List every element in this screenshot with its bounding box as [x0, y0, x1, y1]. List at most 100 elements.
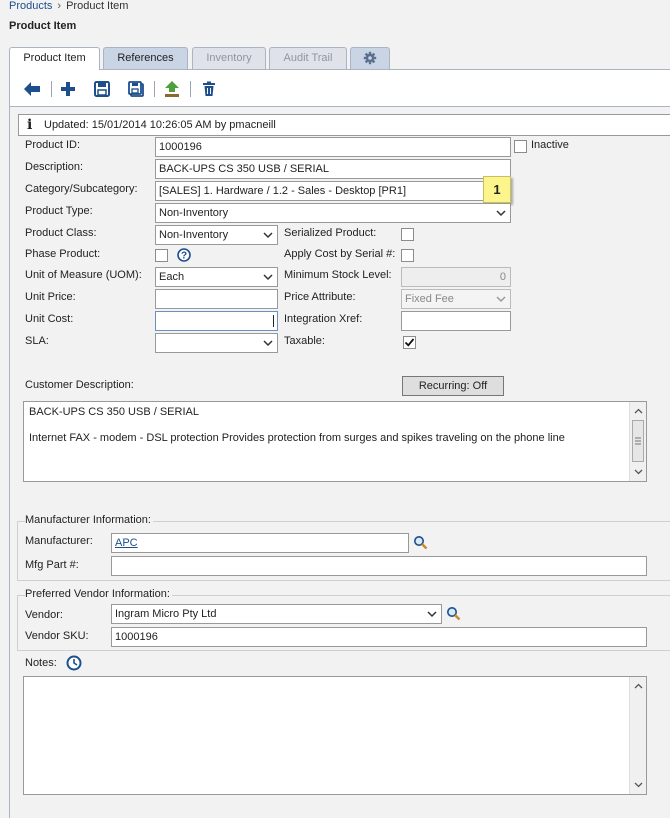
chevron-down-icon: [263, 340, 273, 347]
uom-value: Each: [159, 271, 185, 283]
chevron-down-icon: [496, 296, 506, 303]
manufacturer-input[interactable]: APC: [111, 533, 409, 553]
vendor-value: Ingram Micro Pty Ltd: [115, 608, 217, 620]
chevron-down-icon: [263, 274, 273, 281]
breadcrumb-current: Product Item: [66, 0, 129, 12]
updated-text: Updated: 15/01/2014 10:26:05 AM by pmacn…: [44, 119, 276, 131]
manufacturer-lookup-button[interactable]: [413, 535, 428, 553]
back-arrow-icon: [24, 82, 40, 96]
mfg-part-input[interactable]: [111, 556, 647, 576]
gear-icon: [363, 51, 377, 65]
help-button[interactable]: ?: [177, 248, 191, 265]
vendor-label: Vendor:: [25, 609, 63, 621]
uom-select[interactable]: Each: [155, 267, 278, 287]
product-id-label: Product ID:: [25, 139, 81, 151]
integration-xref-label: Integration Xref:: [284, 313, 363, 325]
customer-description-line1: BACK-UPS CS 350 USB / SERIAL: [29, 406, 199, 418]
apply-cost-label: Apply Cost by Serial #:: [284, 248, 396, 260]
magnifier-icon: [447, 607, 461, 621]
inactive-label: Inactive: [531, 139, 569, 151]
vendor-select[interactable]: Ingram Micro Pty Ltd: [111, 604, 442, 624]
vendor-sku-input[interactable]: 1000196: [111, 627, 647, 647]
phase-product-checkbox[interactable]: [155, 249, 168, 262]
magnifier-icon: [414, 536, 428, 550]
add-icon: [61, 82, 75, 96]
tab-references[interactable]: References: [103, 47, 188, 69]
recurring-button[interactable]: Recurring: Off: [402, 376, 504, 396]
description-label: Description:: [25, 161, 84, 173]
manufacturer-legend: Manufacturer Information:: [25, 514, 153, 526]
price-attribute-label: Price Attribute:: [284, 291, 356, 303]
breadcrumb-products-link[interactable]: Products: [9, 0, 52, 12]
price-attribute-value: Fixed Fee: [405, 293, 454, 305]
upload-button[interactable]: [161, 78, 183, 100]
vendor-lookup-button[interactable]: [446, 606, 461, 624]
customer-description-line2: Internet FAX - modem - DSL protection Pr…: [29, 432, 565, 444]
unit-cost-input[interactable]: [155, 311, 278, 331]
save-button[interactable]: [91, 78, 113, 100]
back-button[interactable]: [21, 78, 43, 100]
tab-inventory: Inventory: [192, 47, 266, 69]
unit-price-input[interactable]: [155, 289, 278, 309]
min-stock-input: 0: [401, 267, 511, 287]
mfg-part-label: Mfg Part #:: [25, 559, 79, 571]
description-input[interactable]: BACK-UPS CS 350 USB / SERIAL: [155, 159, 511, 179]
taxable-label: Taxable:: [284, 335, 325, 347]
unit-price-label: Unit Price:: [25, 291, 76, 303]
delete-button[interactable]: [198, 78, 220, 100]
upload-icon: [165, 81, 179, 97]
unit-cost-label: Unit Cost:: [25, 313, 74, 325]
scroll-down-icon[interactable]: [630, 464, 646, 480]
page-title: Product Item: [9, 20, 77, 32]
scroll-thumb[interactable]: [632, 420, 644, 462]
serialized-label: Serialized Product:: [284, 227, 377, 239]
chevron-down-icon: [263, 232, 273, 239]
callout-badge: 1: [483, 176, 511, 203]
product-class-value: Non-Inventory: [159, 229, 229, 241]
sla-label: SLA:: [25, 335, 49, 347]
product-type-value: Non-Inventory: [159, 207, 229, 219]
vendor-sku-label: Vendor SKU:: [25, 630, 89, 642]
text-cursor: [273, 315, 274, 327]
notes-scrollbar[interactable]: [629, 677, 646, 794]
description-scrollbar[interactable]: [629, 402, 646, 481]
inactive-checkbox[interactable]: [514, 140, 527, 153]
notes-textarea[interactable]: [23, 676, 647, 795]
sla-select[interactable]: [155, 333, 278, 353]
delete-icon: [203, 81, 215, 96]
updated-info-bar: i Updated: 15/01/2014 10:26:05 AM by pma…: [18, 114, 670, 136]
manufacturer-link[interactable]: APC: [115, 537, 138, 549]
min-stock-label: Minimum Stock Level:: [284, 269, 392, 281]
chevron-down-icon: [427, 611, 437, 618]
customer-description-label: Customer Description:: [25, 379, 134, 391]
customer-description-textarea[interactable]: BACK-UPS CS 350 USB / SERIAL Internet FA…: [23, 401, 647, 482]
scroll-up-icon[interactable]: [630, 678, 646, 694]
breadcrumb-separator-icon: ›: [57, 0, 62, 12]
save-as-icon: [128, 81, 144, 97]
category-input[interactable]: [SALES] 1. Hardware / 1.2 - Sales - Desk…: [155, 181, 511, 201]
product-type-select[interactable]: Non-Inventory: [155, 203, 511, 223]
tab-settings[interactable]: [350, 47, 390, 69]
integration-xref-input[interactable]: [401, 311, 511, 331]
manufacturer-label: Manufacturer:: [25, 535, 93, 547]
scroll-up-icon[interactable]: [630, 403, 646, 419]
save-as-button[interactable]: [125, 78, 147, 100]
help-icon: ?: [177, 248, 191, 262]
svg-text:?: ?: [181, 251, 187, 262]
chevron-down-icon: [496, 210, 506, 217]
toolbar: [9, 69, 670, 107]
info-icon: i: [27, 117, 33, 133]
price-attribute-select: Fixed Fee: [401, 289, 511, 309]
serialized-checkbox[interactable]: [401, 228, 414, 241]
save-icon: [94, 81, 110, 97]
apply-cost-checkbox[interactable]: [401, 249, 414, 262]
notes-label: Notes:: [25, 657, 57, 669]
add-button[interactable]: [57, 78, 79, 100]
tab-product-item[interactable]: Product Item: [9, 47, 100, 70]
notes-history-button[interactable]: [66, 655, 82, 674]
scroll-down-icon[interactable]: [630, 777, 646, 793]
taxable-checkbox[interactable]: [403, 336, 416, 349]
category-label: Category/Subcategory:: [25, 183, 138, 195]
product-id-input[interactable]: 1000196: [155, 137, 511, 157]
product-class-select[interactable]: Non-Inventory: [155, 225, 278, 245]
